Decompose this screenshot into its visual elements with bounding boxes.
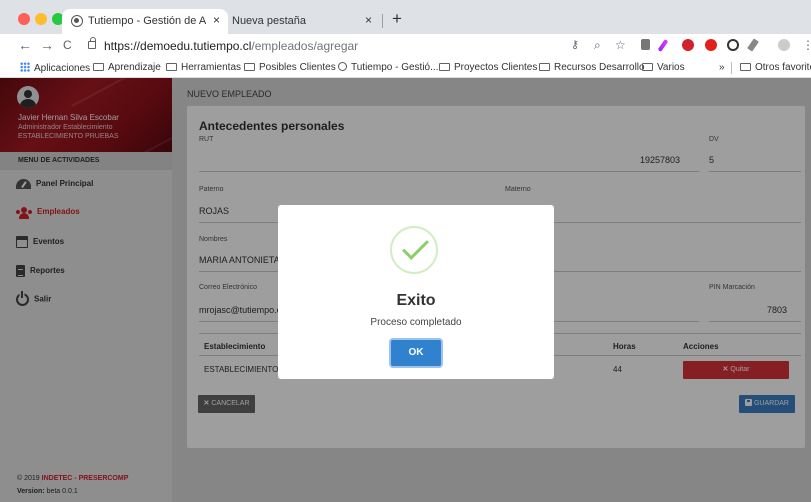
profile-avatar-icon[interactable] <box>778 39 790 51</box>
apps-grid-icon <box>20 62 30 72</box>
tab-new-tab[interactable]: Nueva pestaña × <box>228 9 382 34</box>
angular-extension-icon[interactable] <box>682 39 694 51</box>
bookmark-folder[interactable]: Aprendizaje <box>93 62 161 73</box>
bookmarks-separator <box>731 62 732 74</box>
bookmark-folder[interactable]: Varios <box>642 62 685 73</box>
tab-close-icon[interactable]: × <box>213 13 220 27</box>
minimize-window-button[interactable] <box>35 13 47 25</box>
key-icon[interactable]: ⚷ <box>571 38 579 51</box>
folder-icon <box>166 63 177 71</box>
bookmark-label: Aplicaciones <box>34 63 91 74</box>
url-host: https://demoedu.tutiempo.cl <box>104 39 252 53</box>
folder-icon <box>740 63 751 71</box>
bookmark-label: Aprendizaje <box>108 62 161 73</box>
bookmark-folder[interactable]: Posibles Clientes <box>244 62 336 73</box>
browser-tab-bar: Tutiempo - Gestión de Asistencia × Nueva… <box>0 0 811 34</box>
new-tab-button[interactable]: + <box>392 9 402 29</box>
tab-title: Nueva pestaña <box>232 15 306 27</box>
success-check-icon <box>390 226 438 274</box>
bookmarks-bar: Aplicaciones Aprendizaje Herramientas Po… <box>0 58 811 78</box>
sync-extension-icon[interactable] <box>727 39 739 51</box>
bookmark-star-icon[interactable]: ☆ <box>615 38 626 52</box>
forward-button[interactable]: → <box>40 37 54 53</box>
folder-icon <box>244 63 255 71</box>
folder-icon <box>642 63 653 71</box>
picker-extension-icon[interactable] <box>747 38 759 52</box>
dialog-title: Exito <box>396 292 436 309</box>
address-bar[interactable]: https://demoedu.tutiempo.cl/empleados/ag… <box>104 39 358 53</box>
bookmark-apps[interactable]: Aplicaciones <box>20 62 90 74</box>
extension-icon[interactable] <box>641 39 650 50</box>
folder-icon <box>439 63 450 71</box>
success-dialog: Exito Proceso completado OK <box>278 205 554 379</box>
bookmark-label: Otros favoritos <box>755 62 811 73</box>
bookmark-label: Herramientas <box>181 62 242 73</box>
bookmark-other-favorites[interactable]: Otros favoritos <box>740 62 811 73</box>
tab-separator <box>382 14 383 28</box>
bookmark-label: Tutiempo - Gestió... <box>351 62 439 73</box>
ok-button[interactable]: OK <box>391 340 441 366</box>
browser-menu-icon[interactable]: ⋮ <box>802 38 811 52</box>
bookmarks-overflow-button[interactable]: » <box>719 62 725 73</box>
bookmark-folder[interactable]: Proyectos Clientes <box>439 62 537 73</box>
tab-close-icon[interactable]: × <box>365 13 372 27</box>
site-favicon-icon <box>338 62 347 71</box>
bookmark-folder[interactable]: Herramientas <box>166 62 241 73</box>
bookmark-folder[interactable]: Recursos Desarrollo <box>539 62 645 73</box>
search-icon[interactable]: ⌕ <box>594 38 601 53</box>
folder-icon <box>539 63 550 71</box>
site-favicon-icon <box>71 15 83 27</box>
reload-button[interactable]: C <box>63 38 72 52</box>
bookmark-tutiempo[interactable]: Tutiempo - Gestió... <box>338 62 438 73</box>
bookmark-label: Varios <box>657 62 685 73</box>
browser-toolbar: ← → C https://demoedu.tutiempo.cl/emplea… <box>0 34 811 58</box>
dialog-message: Proceso completado <box>370 317 462 328</box>
tab-title: Tutiempo - Gestión de Asistencia <box>88 15 206 27</box>
folder-icon <box>93 63 104 71</box>
pen-extension-icon[interactable] <box>657 39 669 52</box>
opera-extension-icon[interactable] <box>705 39 717 51</box>
close-window-button[interactable] <box>18 13 30 25</box>
lock-icon <box>88 37 96 49</box>
tab-tutiempo[interactable]: Tutiempo - Gestión de Asistencia × <box>62 9 228 34</box>
bookmark-label: Posibles Clientes <box>259 62 336 73</box>
back-button[interactable]: ← <box>18 37 32 53</box>
bookmark-label: Proyectos Clientes <box>454 62 538 73</box>
bookmark-label: Recursos Desarrollo <box>554 62 645 73</box>
url-path: /empleados/agregar <box>251 39 359 53</box>
